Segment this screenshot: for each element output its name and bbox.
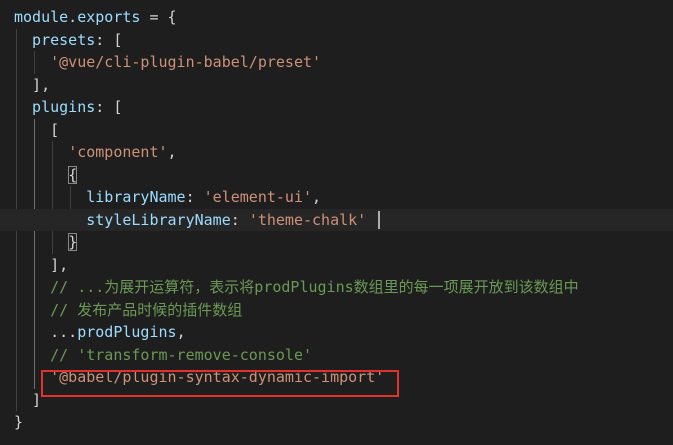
matched-bracket: {: [68, 165, 78, 184]
code-token-plain: ,: [167, 143, 177, 161]
code-token-plain: ,: [176, 323, 186, 341]
code-line-content: ],: [14, 254, 68, 276]
code-token-plain: :: [230, 210, 249, 229]
highlight-box: [41, 370, 399, 397]
code-token-plain: ],: [14, 255, 69, 274]
code-token-ident: styleLibraryName: [14, 210, 231, 229]
code-line[interactable]: styleLibraryName: 'theme-chalk': [0, 208, 673, 231]
code-line-content: // ...为展开运算符，表示将prodPlugins数组里的每一项展开放到该数…: [14, 276, 579, 298]
code-line-content: ...prodPlugins,: [14, 321, 186, 343]
code-token-plain: [: [14, 120, 60, 139]
code-token-string: '@vue/cli-plugin-babel/preset': [50, 53, 322, 71]
code-token-ident: plugins: [14, 98, 96, 116]
code-line[interactable]: 'component',: [0, 141, 673, 163]
code-token-plain: ]: [14, 390, 42, 409]
code-token-plain: {: [14, 165, 78, 184]
code-editor[interactable]: module.exports = { presets: [ '@vue/cli-…: [0, 0, 673, 445]
code-token-string: 'theme-chalk': [248, 210, 367, 229]
code-line-content: [: [14, 119, 59, 141]
code-token-ident: prodPlugins: [77, 323, 177, 341]
code-token-plain: }: [14, 413, 24, 431]
code-line[interactable]: }: [0, 411, 673, 433]
code-line[interactable]: // 'transform-remove-console': [0, 344, 673, 366]
code-line[interactable]: // 发布产品时候的插件数组: [0, 299, 673, 321]
code-line-content: 'component',: [14, 141, 177, 163]
code-line[interactable]: ...prodPlugins,: [0, 321, 673, 343]
code-token-plain: :: [185, 188, 204, 206]
code-token-plain: ,: [312, 188, 322, 206]
code-line-content: {: [14, 164, 78, 186]
code-line-content: ],: [14, 74, 50, 96]
code-line[interactable]: module.exports = {: [0, 6, 673, 28]
code-line-content: // 'transform-remove-console': [14, 344, 312, 366]
code-token-plain: : [: [95, 30, 123, 49]
code-line[interactable]: ],: [0, 254, 673, 276]
code-line[interactable]: {: [0, 164, 673, 186]
code-line[interactable]: libraryName: 'element-ui',: [0, 186, 673, 208]
code-line-content: styleLibraryName: 'theme-chalk': [14, 209, 366, 231]
code-line[interactable]: }: [0, 231, 673, 253]
code-line-content: plugins: [: [14, 96, 122, 118]
code-line[interactable]: [: [0, 119, 673, 141]
code-token-string: 'component': [68, 143, 168, 161]
code-line[interactable]: plugins: [: [0, 96, 673, 118]
code-token-ident: module.exports: [14, 8, 141, 26]
code-line-content: }: [14, 231, 78, 253]
code-line-content: module.exports = {: [14, 6, 177, 28]
code-line[interactable]: presets: [: [0, 29, 673, 51]
code-line-content: }: [14, 411, 23, 433]
code-line-content: '@vue/cli-plugin-babel/preset': [14, 51, 321, 73]
code-token-plain: = {: [140, 8, 177, 26]
code-token-plain: }: [14, 233, 78, 251]
code-line[interactable]: ],: [0, 74, 673, 96]
code-line-content: presets: [: [14, 29, 122, 51]
code-token-plain: : [: [95, 98, 123, 116]
code-token-plain: ...: [14, 323, 78, 341]
code-line[interactable]: // ...为展开运算符，表示将prodPlugins数组里的每一项展开放到该数…: [0, 276, 673, 298]
code-token-comment: // ...为展开运算符，表示将prodPlugins数组里的每一项展开放到该数…: [50, 278, 579, 296]
code-line-content: // 发布产品时候的插件数组: [14, 299, 242, 321]
code-token-comment: // 'transform-remove-console': [50, 345, 313, 364]
code-token-plain: ],: [14, 75, 51, 94]
code-token-string: 'element-ui': [203, 188, 313, 206]
code-token-ident: libraryName: [14, 188, 186, 206]
code-line[interactable]: '@vue/cli-plugin-babel/preset': [0, 51, 673, 73]
text-cursor: [377, 210, 380, 229]
matched-bracket: }: [68, 233, 78, 251]
code-token-comment: // 发布产品时候的插件数组: [50, 300, 243, 319]
code-line-content: ]: [14, 389, 41, 411]
code-line-content: libraryName: 'element-ui',: [14, 186, 321, 208]
code-token-ident: presets: [14, 30, 96, 49]
